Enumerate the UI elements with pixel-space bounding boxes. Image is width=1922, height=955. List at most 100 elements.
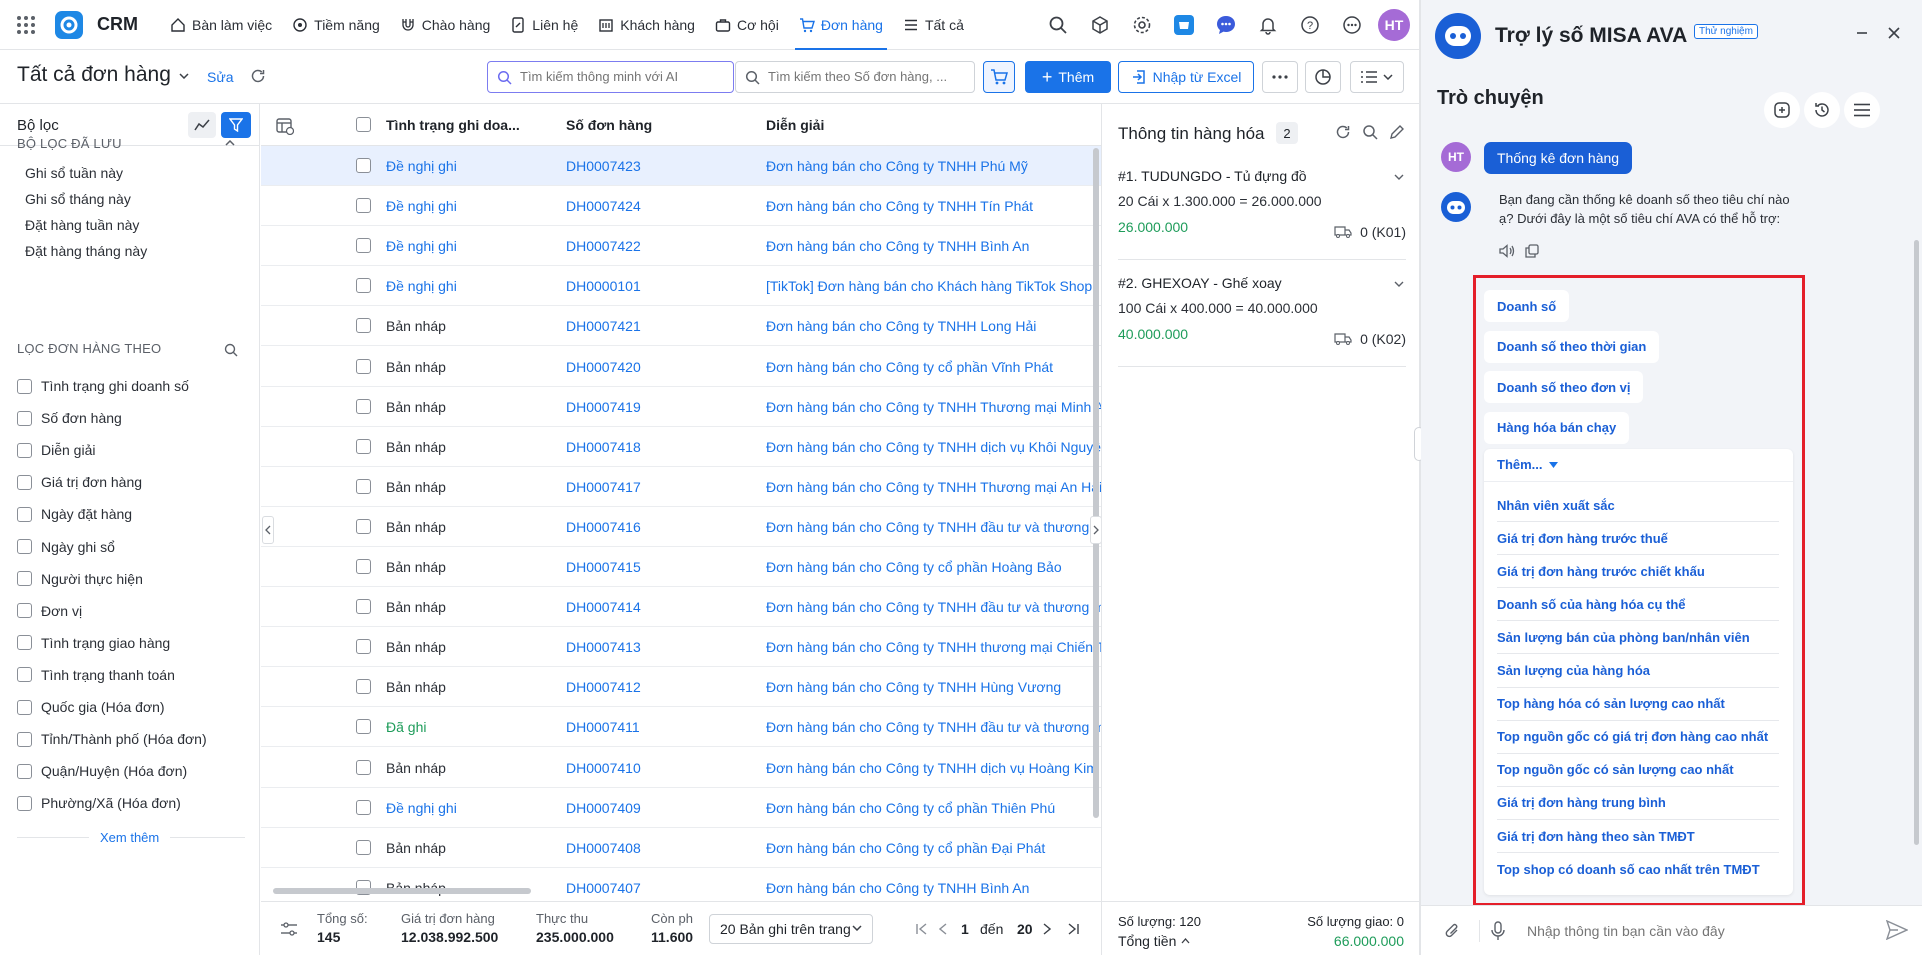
row-checkbox[interactable] xyxy=(356,719,371,735)
page-title[interactable]: Tất cả đơn hàng xyxy=(17,63,171,87)
order-number-link[interactable]: DH0000101 xyxy=(566,278,641,294)
description-link[interactable]: Đơn hàng bán cho Công ty TNHH Tín Phát xyxy=(766,198,1033,214)
order-number-link[interactable]: DH0007417 xyxy=(566,479,641,495)
saved-filter-item[interactable]: Ghi sổ tháng này xyxy=(25,191,131,207)
suggestion-option[interactable]: Top hàng hóa có sản lượng cao nhất xyxy=(1497,688,1779,721)
order-number-link[interactable]: DH0007420 xyxy=(566,359,641,375)
row-checkbox[interactable] xyxy=(356,198,371,214)
order-number-link[interactable]: DH0007422 xyxy=(566,238,641,254)
table-row[interactable]: Đề nghị ghi DH0007424 Đơn hàng bán cho Côn… xyxy=(261,186,1101,227)
description-link[interactable]: Đơn hàng bán cho Công ty TNHH dịch vụ Ho… xyxy=(766,760,1098,776)
close-icon[interactable] xyxy=(1887,26,1901,40)
order-number-link[interactable]: DH0007407 xyxy=(566,880,641,896)
filter-field-item[interactable]: Ngày đặt hàng xyxy=(17,506,132,522)
table-row[interactable]: Đề nghị ghi DH0000101 [TikTok] Đơn hàng bá… xyxy=(261,266,1101,307)
see-more-link[interactable]: Xem thêm xyxy=(100,830,159,845)
minimize-icon[interactable] xyxy=(1856,27,1868,39)
filter-checkbox[interactable] xyxy=(17,699,32,715)
filter-field-item[interactable]: Quận/Huyện (Hóa đơn) xyxy=(17,763,187,779)
row-checkbox[interactable] xyxy=(356,639,371,655)
store-icon[interactable] xyxy=(1168,9,1200,41)
page-size-select[interactable]: 20 Bản ghi trên trang xyxy=(709,914,873,944)
first-page-icon[interactable] xyxy=(916,923,928,935)
more-options-icon[interactable] xyxy=(1336,9,1368,41)
filter-field-item[interactable]: Phường/Xã (Hóa đơn) xyxy=(17,795,181,811)
package-icon[interactable] xyxy=(1084,9,1116,41)
nav-item-4[interactable]: Khách hàng xyxy=(588,0,705,50)
row-checkbox[interactable] xyxy=(356,839,371,855)
select-all-checkbox[interactable] xyxy=(356,117,371,132)
suggestion-option[interactable]: Doanh số của hàng hóa cụ thể xyxy=(1497,588,1779,622)
chevron-up-icon[interactable] xyxy=(225,140,235,146)
row-checkbox[interactable] xyxy=(356,438,371,454)
table-row[interactable]: Bản nháp DH0007420 Đơn hàng bán cho Công t… xyxy=(261,347,1101,387)
suggestion-chip[interactable]: Doanh số theo thời gian xyxy=(1484,330,1660,363)
order-number-link[interactable]: DH0007410 xyxy=(566,760,641,776)
crm-logo-icon[interactable] xyxy=(55,11,83,39)
row-checkbox[interactable] xyxy=(356,518,371,534)
amount-total-toggle[interactable]: Tổng tiền xyxy=(1118,933,1190,949)
more-actions-button[interactable] xyxy=(1262,61,1298,93)
suggestion-option[interactable]: Giá trị đơn hàng theo sàn TMĐT xyxy=(1497,820,1779,853)
description-link[interactable]: Đơn hàng bán cho Công ty TNHH Phú Mỹ xyxy=(766,158,1028,174)
bell-icon[interactable] xyxy=(1252,9,1284,41)
table-row[interactable]: Đề nghị ghi DH0007409 Đơn hàng bán cho Côn… xyxy=(261,788,1101,828)
suggestion-option[interactable]: Top nguồn gốc có giá trị đơn hàng cao nh… xyxy=(1497,721,1779,754)
speaker-icon[interactable] xyxy=(1499,244,1515,258)
nav-item-0[interactable]: Bàn làm việc xyxy=(160,0,282,50)
table-horizontal-scrollbar[interactable] xyxy=(273,888,531,894)
paperclip-icon[interactable] xyxy=(1444,922,1462,940)
suggestion-option[interactable]: Sản lượng của hàng hóa xyxy=(1497,655,1779,688)
history-button[interactable] xyxy=(1804,92,1840,128)
filter-field-item[interactable]: Giá trị đơn hàng xyxy=(17,474,142,490)
nav-item-1[interactable]: Tiềm năng xyxy=(282,0,390,50)
suggestion-option[interactable]: Giá trị đơn hàng trước chiết khấu xyxy=(1497,555,1779,589)
description-link[interactable]: [TikTok] Đơn hàng bán cho Khách hàng Tik… xyxy=(766,278,1092,294)
row-checkbox[interactable] xyxy=(356,318,371,334)
order-number-link[interactable]: DH0007412 xyxy=(566,679,641,695)
description-link[interactable]: Đơn hàng bán cho Công ty cổ phần Đại Phá… xyxy=(766,840,1045,856)
suggestion-option[interactable]: Nhân viên xuất sắc xyxy=(1497,489,1779,522)
search-icon[interactable] xyxy=(224,343,238,357)
help-icon[interactable]: ? xyxy=(1294,9,1326,41)
row-checkbox[interactable] xyxy=(356,238,371,254)
chat-scrollbar[interactable] xyxy=(1914,240,1919,845)
row-checkbox[interactable] xyxy=(356,158,371,173)
search-icon[interactable] xyxy=(1042,9,1074,41)
chevron-down-icon[interactable] xyxy=(1394,174,1404,180)
description-link[interactable]: Đơn hàng bán cho Công ty TNHH Hùng Vương xyxy=(766,679,1061,695)
row-checkbox[interactable] xyxy=(356,599,371,615)
table-row[interactable]: Bản nháp DH0007417 Đơn hàng bán cho Công t… xyxy=(261,467,1101,507)
filter-field-item[interactable]: Tình trạng ghi doanh số xyxy=(17,378,189,394)
row-checkbox[interactable] xyxy=(356,679,371,695)
suggestion-chip[interactable]: Hàng hóa bán chạy xyxy=(1484,411,1630,444)
ai-search-input[interactable] xyxy=(520,69,720,84)
table-row[interactable]: Bản nháp DH0007410 Đơn hàng bán cho Công t… xyxy=(261,748,1101,788)
filter-field-item[interactable]: Tình trạng thanh toán xyxy=(17,667,175,683)
filter-field-item[interactable]: Số đơn hàng xyxy=(17,410,122,426)
filter-field-item[interactable]: Tỉnh/Thành phố (Hóa đơn) xyxy=(17,731,207,747)
order-number-link[interactable]: DH0007424 xyxy=(566,198,641,214)
copy-icon[interactable] xyxy=(1525,244,1539,258)
row-checkbox[interactable] xyxy=(356,799,371,815)
order-number-link[interactable]: DH0007411 xyxy=(566,719,640,735)
description-link[interactable]: Đơn hàng bán cho Công ty TNHH Long Hải xyxy=(766,318,1036,334)
order-number-link[interactable]: DH0007421 xyxy=(566,318,641,334)
new-chat-button[interactable] xyxy=(1764,92,1800,128)
sliders-icon[interactable] xyxy=(281,922,297,936)
order-number-link[interactable]: DH0007415 xyxy=(566,559,641,575)
description-link[interactable]: Đơn hàng bán cho Công ty TNHH Bình An xyxy=(766,880,1029,896)
order-search-input[interactable] xyxy=(768,69,968,84)
description-link[interactable]: Đơn hàng bán cho Công ty TNHH đầu tư và … xyxy=(766,599,1101,615)
order-number-link[interactable]: DH0007419 xyxy=(566,399,641,415)
nav-item-2[interactable]: Chào hàng xyxy=(390,0,501,50)
refresh-icon[interactable] xyxy=(250,68,266,84)
description-link[interactable]: Đơn hàng bán cho Công ty TNHH đầu tư và … xyxy=(766,719,1101,735)
chat-bubble-icon[interactable] xyxy=(1210,9,1242,41)
description-link[interactable]: Đơn hàng bán cho Công ty TNHH đầu tư và … xyxy=(766,519,1101,535)
table-row[interactable]: Bản nháp DH0007415 Đơn hàng bán cho Công t… xyxy=(261,547,1101,587)
column-settings-icon[interactable] xyxy=(276,117,294,135)
menu-button[interactable] xyxy=(1844,92,1880,128)
table-row[interactable]: Bản nháp DH0007418 Đơn hàng bán cho Công t… xyxy=(261,427,1101,467)
microphone-icon[interactable] xyxy=(1491,921,1505,941)
